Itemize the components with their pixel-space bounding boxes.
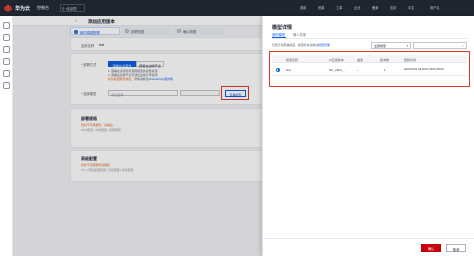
region-selector[interactable]: ⚲ 北京四 [60,4,85,12]
model-type-filter[interactable]: 全部类型 ▾ [371,42,411,49]
col-desc: 描述 [357,57,364,62]
region-label: 北京四 [66,6,77,11]
topbar-item-record[interactable]: 备案 [372,5,378,10]
topbar-item-enterprise[interactable]: 企业 [354,5,360,10]
brand-name[interactable]: 华为云 [15,5,30,12]
data-icon[interactable] [3,46,10,53]
cell-name: test [286,67,291,72]
search-icon[interactable]: ⌕ [462,44,464,48]
location-pin-icon: ⚲ [62,6,65,11]
console-link[interactable]: 控制台 [37,5,49,11]
model-icon[interactable] [3,58,10,65]
tab-shared-models[interactable]: 他人共享 [293,32,306,37]
topbar-item-support[interactable]: 支持 [390,5,396,10]
table-header: 模型名称 AI应用版本 描述 版本数 更新时间 [272,55,467,63]
settings-icon[interactable] [3,82,10,89]
col-version: AI应用版本 [329,57,344,62]
topbar-user-menu[interactable]: 用户名 [430,5,440,10]
menu-icon[interactable] [3,22,10,29]
model-manage-link[interactable]: 模型管理 [318,43,330,47]
tab-divider [272,38,467,39]
cell-desc: -- [357,67,359,72]
cancel-button[interactable]: 取消 [446,244,466,252]
row-radio-button[interactable] [276,67,280,72]
drawer-footer: 确认 取消 [263,238,474,256]
left-sidebar [0,16,13,256]
filter-value: 全部类型 [374,44,387,49]
topbar-item-ticket[interactable]: 工单 [336,5,342,10]
model-detail-drawer: 模型详情 我的模型 他人共享 仅展示可部署模型，模型状态请前往模型管理 全部类型… [262,16,474,256]
topbar-item-language[interactable]: 中文 [408,5,414,10]
topbar-item-resource[interactable]: 资源 [318,5,324,10]
modal-overlay[interactable] [13,16,270,256]
huawei-cloud-logo-icon[interactable] [3,3,13,13]
home-icon[interactable] [3,34,10,41]
confirm-button[interactable]: 确认 [421,244,441,252]
col-count: 版本数 [380,57,390,62]
drawer-title: 模型详情 [272,25,293,31]
drawer-hint-text: 仅展示可部署模型，模型状态请前往 [272,43,319,47]
cell-versions: 1 [384,67,386,72]
table-row[interactable]: test NC_e5ph_... -- 1 2022/10/11 18:02:0… [272,63,467,76]
drawer-hint: 仅展示可部署模型，模型状态请前往模型管理 [272,43,330,47]
col-name: 模型名称 [286,57,299,62]
model-search-input[interactable]: ⌕ [413,42,467,49]
deploy-icon[interactable] [3,70,10,77]
cell-model-id: NC_e5ph_... [329,67,346,72]
topbar-item-fee[interactable]: 费用 [300,5,306,10]
cell-updated: 2022/10/11 18:02:07 GMT+08:00 [404,67,444,71]
chevron-down-icon: ▾ [406,44,408,49]
col-updated: 更新时间 [404,57,417,62]
top-navigation-bar: 华为云 控制台 ⚲ 北京四 费用 资源 工单 企业 备案 支持 中文 用户名 [0,0,474,16]
